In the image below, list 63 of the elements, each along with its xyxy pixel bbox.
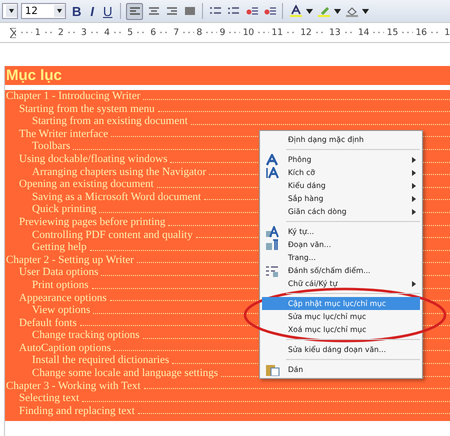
ruler-number: 9 bbox=[220, 28, 226, 38]
toc-entry: Controlling PDF content and quality bbox=[32, 228, 193, 242]
toc-entry: Starting from the system menu bbox=[19, 102, 155, 116]
ruler-number: 11 bbox=[272, 28, 283, 38]
toc-entry: AutoCaption options bbox=[19, 342, 111, 354]
numbered-list-icon bbox=[266, 264, 279, 276]
underline-button[interactable]: U bbox=[100, 4, 116, 18]
ruler-number: 12 bbox=[300, 28, 312, 38]
bold-button[interactable]: B bbox=[69, 4, 84, 18]
caret-icon[interactable] bbox=[306, 8, 314, 14]
ruler-number: 2 bbox=[58, 28, 64, 38]
toc-entry: Arranging chapters using the Navigator bbox=[32, 166, 206, 178]
toc-entry: Using dockable/floating windows bbox=[19, 152, 168, 166]
toc-entry: View options bbox=[32, 304, 90, 317]
toc-entry: The Writer interface bbox=[19, 128, 108, 140]
toc-entry: Install the required dictionaries bbox=[32, 354, 170, 368]
toc-entry: Saving as a Microsoft Word document bbox=[32, 190, 202, 204]
italic-button[interactable]: I bbox=[87, 4, 98, 18]
ruler-number: 5 bbox=[127, 28, 133, 38]
toc-heading: Mục lục bbox=[5, 66, 450, 85]
toc-entry: Selecting text bbox=[19, 392, 80, 405]
ruler-number: 13 bbox=[329, 28, 341, 38]
ruler-number: 1 bbox=[444, 28, 450, 38]
letter-a-icon bbox=[266, 154, 278, 166]
toc-entry: Getting help bbox=[32, 241, 87, 254]
font-color-icon[interactable] bbox=[288, 4, 304, 18]
caret-icon[interactable] bbox=[54, 5, 65, 17]
ruler-number: 15 bbox=[386, 28, 398, 38]
toc-entry: Print options bbox=[32, 278, 89, 292]
caret-icon[interactable] bbox=[362, 8, 370, 14]
toc-entry: Toolbars bbox=[32, 140, 70, 153]
clipboard-icon bbox=[266, 364, 280, 376]
ruler-number: 7 bbox=[173, 28, 180, 38]
toc-entry: Change tracking options bbox=[32, 329, 140, 342]
ruler-number: 1 bbox=[34, 28, 41, 38]
ruler-number: 8 bbox=[196, 28, 202, 38]
toc-entry: Starting from an existing document bbox=[32, 115, 188, 128]
toc-entry: Chapter 1 - Introducing Writer bbox=[6, 90, 140, 103]
ruler-number: 16 bbox=[416, 28, 428, 38]
font-name-dropdown[interactable] bbox=[2, 3, 18, 19]
toc-entry: User Data options bbox=[19, 266, 98, 279]
toc-entry: Chapter 2 - Setting up Writer bbox=[6, 254, 134, 266]
toc-entry: Previewing pages before printing bbox=[19, 216, 166, 229]
toc-entry: Opening an existing document bbox=[19, 178, 154, 191]
indent-marker-icon[interactable] bbox=[10, 28, 16, 38]
toc-entry: Default fonts bbox=[19, 316, 77, 330]
letter-a-icon bbox=[266, 166, 279, 178]
paragraph-icon bbox=[266, 238, 279, 250]
ruler-number: 14 bbox=[358, 28, 370, 38]
toc-entry: Chapter 3 - Working with Text bbox=[6, 380, 141, 392]
caret-icon[interactable] bbox=[6, 5, 17, 17]
align-left-icon[interactable] bbox=[126, 2, 144, 20]
ruler-number: 4 bbox=[104, 28, 110, 38]
ruler-number: 6 bbox=[150, 28, 156, 38]
toc-entry: Quick printing bbox=[32, 203, 96, 216]
character-icon bbox=[266, 226, 279, 238]
toc-entry: Appearance options bbox=[19, 292, 107, 304]
ruler-number: 3 bbox=[81, 28, 87, 38]
ruler-number: 10 bbox=[242, 28, 254, 38]
font-size-dropdown[interactable]: 12 bbox=[21, 3, 66, 19]
toc-entry: Finding and replacing text bbox=[19, 404, 135, 418]
caret-icon[interactable] bbox=[334, 8, 342, 14]
toc-entry: Change some locale and language settings bbox=[32, 367, 218, 380]
